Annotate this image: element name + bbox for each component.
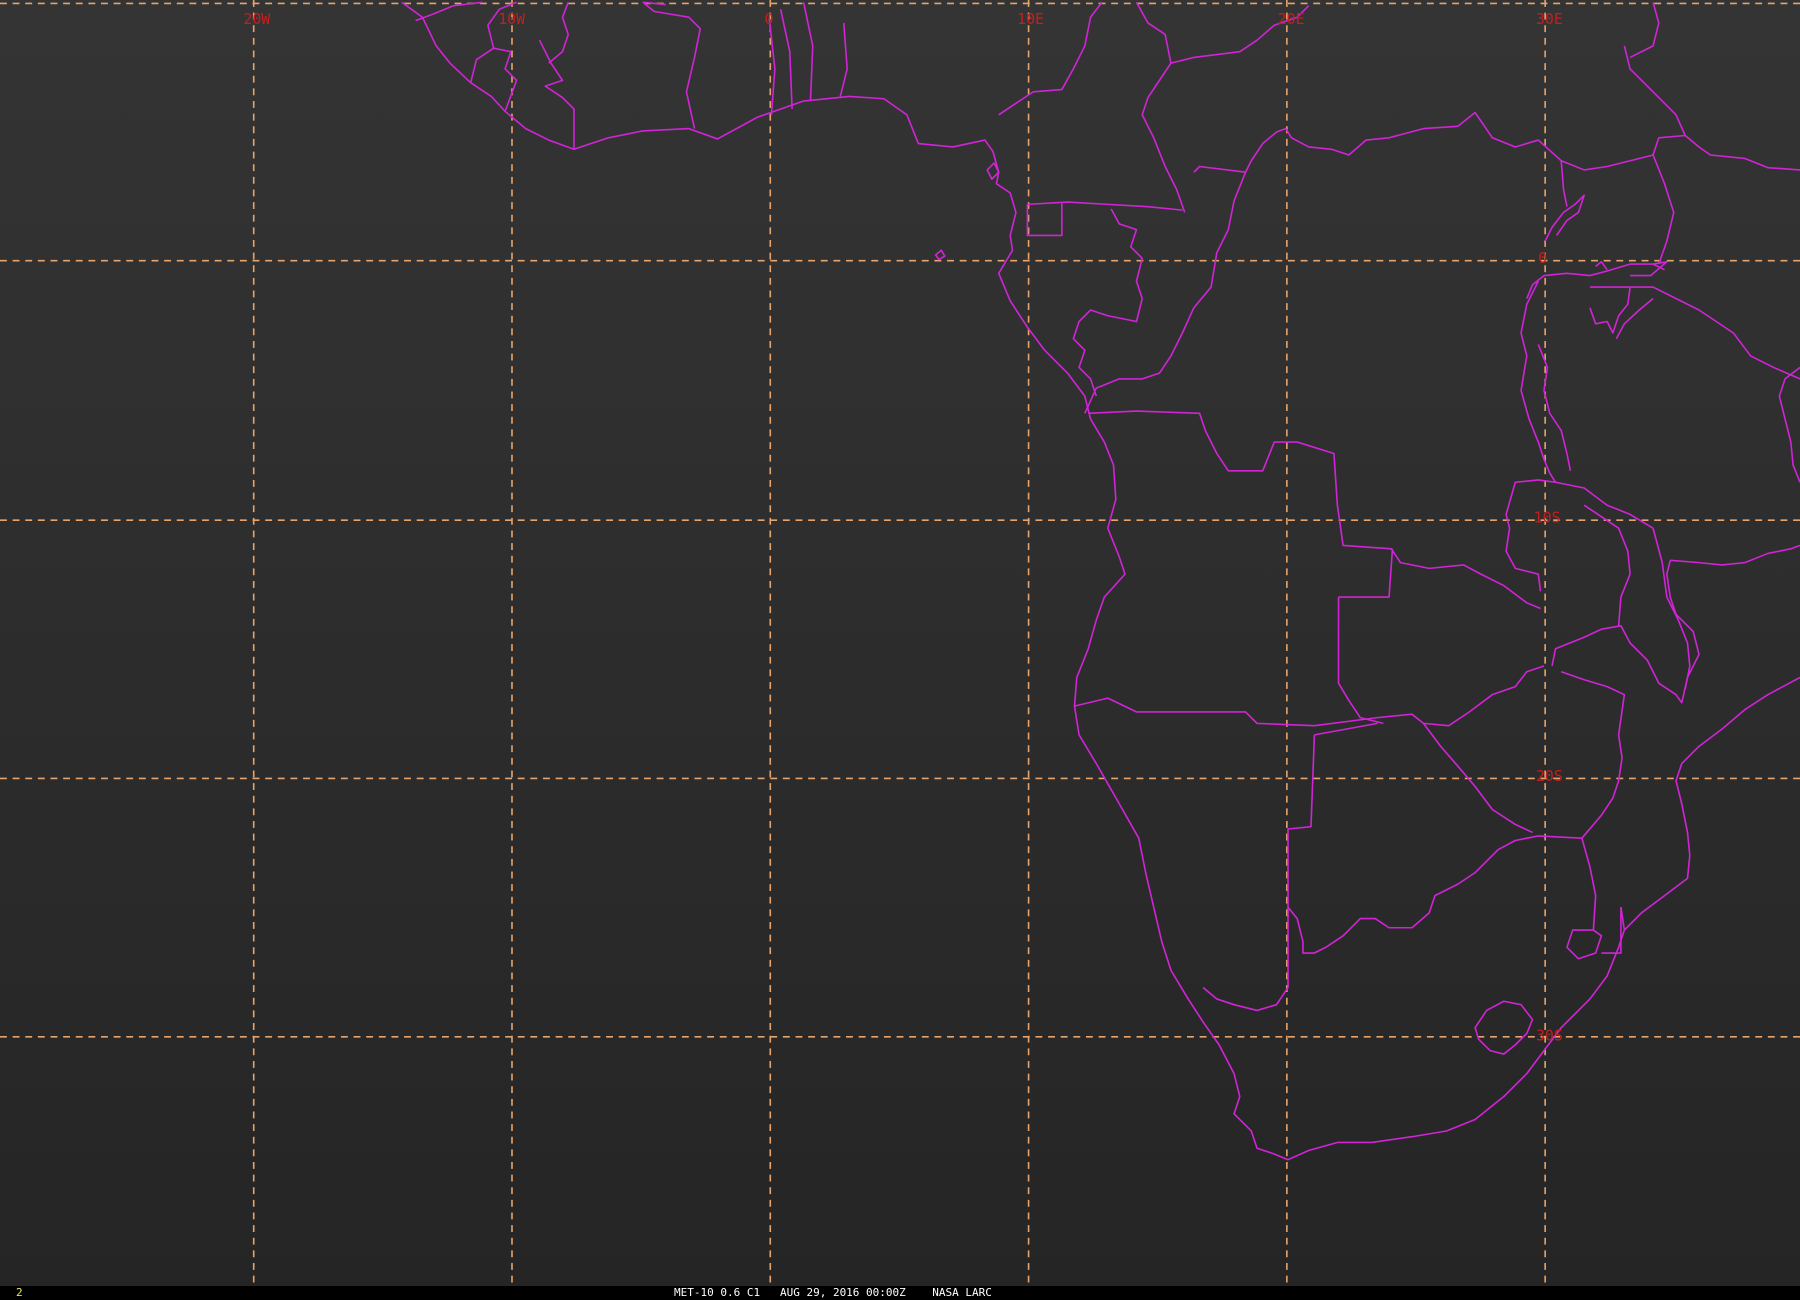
frame-number: 2	[16, 1286, 23, 1299]
longitude-label: 10E	[1017, 10, 1044, 28]
longitude-label: 30E	[1536, 10, 1563, 28]
longitude-label: 20W	[243, 10, 270, 28]
map-canvas: 20W 10W 0 10E 20E 30E 0 10S 20S 30S	[0, 0, 1800, 1286]
latitude-label: 0	[1538, 249, 1547, 267]
satellite-map-viewer: 20W 10W 0 10E 20E 30E 0 10S 20S 30S 2 ME…	[0, 0, 1800, 1300]
latitude-label: 30S	[1536, 1026, 1563, 1044]
longitude-label: 20E	[1278, 10, 1305, 28]
longitude-label: 10W	[498, 10, 525, 28]
image-caption: MET-10 0.6 C1 AUG 29, 2016 00:00Z NASA L…	[674, 1286, 992, 1299]
map-background	[0, 0, 1800, 1286]
latitude-label: 20S	[1536, 767, 1563, 785]
longitude-label: 0	[765, 10, 774, 28]
latitude-label: 10S	[1534, 508, 1561, 526]
status-bar: 2 MET-10 0.6 C1 AUG 29, 2016 00:00Z NASA…	[0, 1286, 1800, 1300]
